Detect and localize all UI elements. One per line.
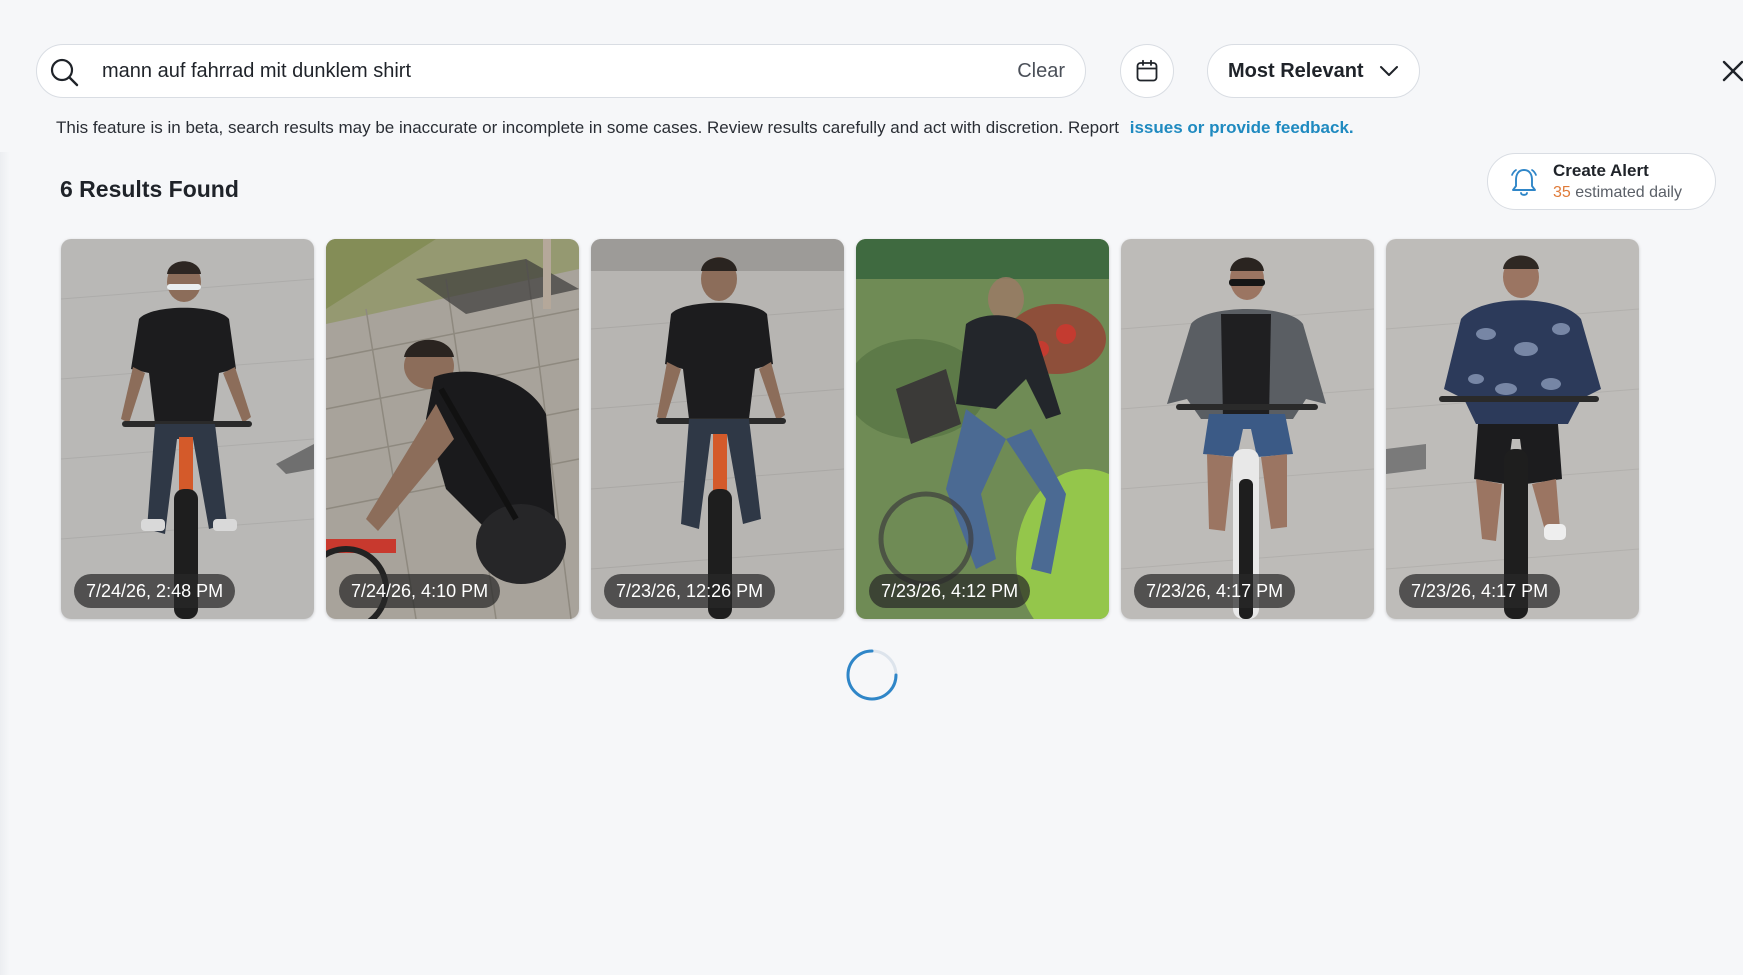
result-thumbnail [61, 239, 314, 619]
sort-selected-label: Most Relevant [1228, 59, 1364, 82]
result-card[interactable]: 7/24/26, 2:48 PM [61, 239, 314, 619]
create-alert-subtitle: 35 estimated daily [1553, 184, 1682, 202]
create-alert-button[interactable]: Create Alert 35 estimated daily [1487, 153, 1716, 210]
alert-estimate-count: 35 [1553, 184, 1571, 201]
bell-icon [1511, 169, 1537, 196]
result-thumbnail [1386, 239, 1639, 619]
result-timestamp: 7/23/26, 12:26 PM [604, 574, 776, 608]
result-card[interactable]: 7/23/26, 4:17 PM [1121, 239, 1374, 619]
create-alert-title: Create Alert [1553, 161, 1649, 180]
close-icon [1722, 60, 1743, 82]
result-timestamp: 7/23/26, 4:17 PM [1399, 574, 1561, 608]
result-card[interactable]: 7/23/26, 4:17 PM [1386, 239, 1639, 619]
chevron-down-icon [1379, 66, 1398, 76]
beta-notice-text: This feature is in beta, search results … [56, 118, 1119, 137]
result-thumbnail [856, 239, 1109, 619]
search-bar[interactable]: mann auf fahrrad mit dunklem shirt Clear [36, 44, 1086, 98]
result-card[interactable]: 7/23/26, 4:12 PM [856, 239, 1109, 619]
result-timestamp: 7/23/26, 4:17 PM [1134, 574, 1296, 608]
result-card[interactable]: 7/24/26, 4:10 PM [326, 239, 579, 619]
close-button[interactable] [1718, 56, 1743, 86]
search-icon [50, 58, 79, 87]
beta-notice: This feature is in beta, search results … [56, 118, 1354, 138]
feedback-link[interactable]: issues or provide feedback. [1130, 118, 1354, 137]
result-thumbnail [326, 239, 579, 619]
clear-button[interactable]: Clear [1017, 45, 1065, 97]
result-thumbnail [591, 239, 844, 619]
calendar-button[interactable] [1120, 44, 1174, 98]
side-shade [0, 152, 10, 975]
results-count: 6 Results Found [60, 176, 239, 202]
result-timestamp: 7/23/26, 4:12 PM [869, 574, 1031, 608]
search-input[interactable]: mann auf fahrrad mit dunklem shirt [102, 45, 411, 97]
alert-estimate-suffix: estimated daily [1575, 184, 1682, 201]
result-timestamp: 7/24/26, 2:48 PM [74, 574, 236, 608]
result-timestamp: 7/24/26, 4:10 PM [339, 574, 501, 608]
calendar-icon [1136, 59, 1158, 82]
sort-dropdown[interactable]: Most Relevant [1207, 44, 1420, 98]
result-card[interactable]: 7/23/26, 12:26 PM [591, 239, 844, 619]
result-thumbnail [1121, 239, 1374, 619]
loading-spinner [846, 649, 898, 701]
